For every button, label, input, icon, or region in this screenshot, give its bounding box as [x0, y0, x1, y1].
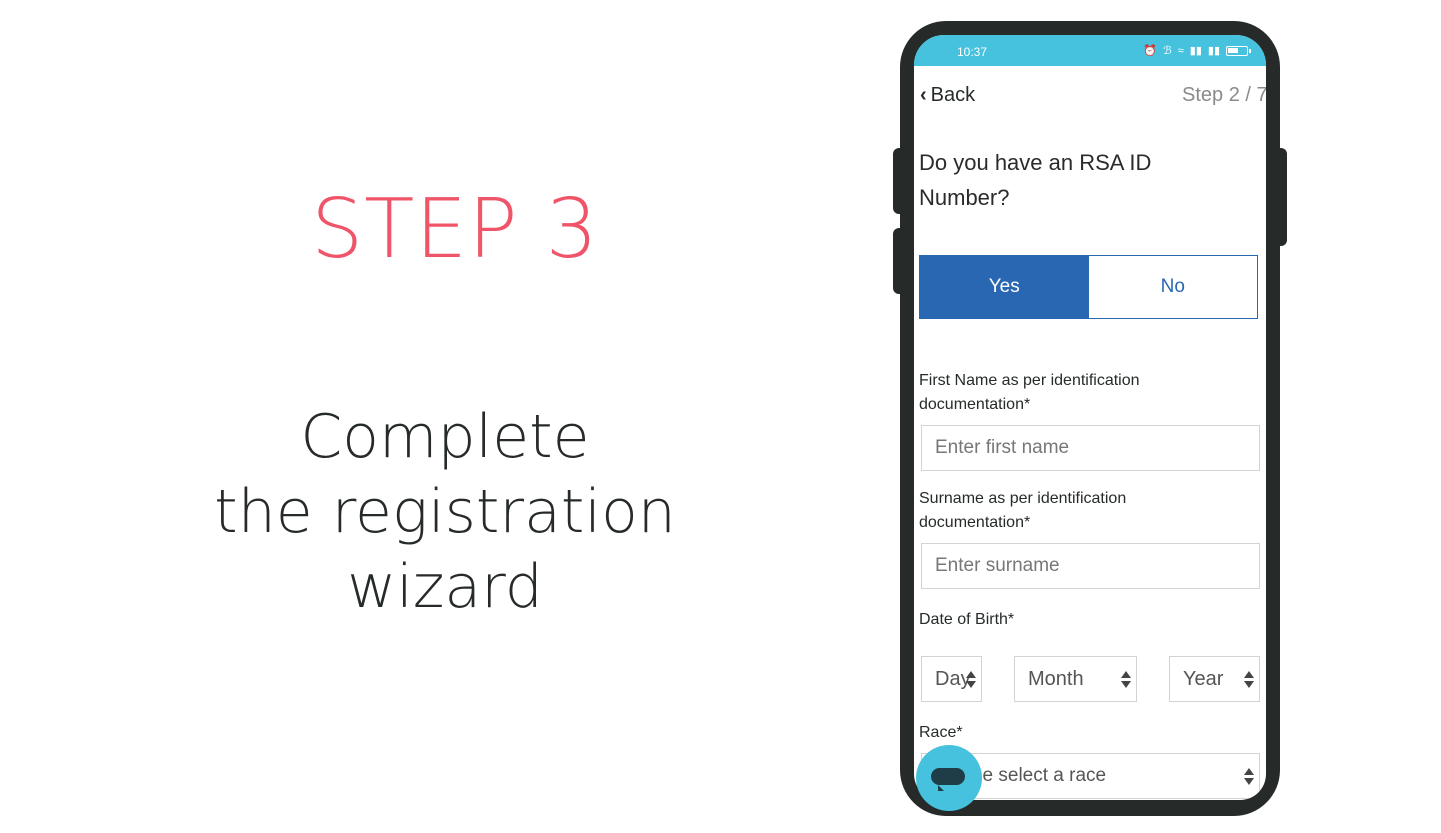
sort-arrows-icon — [1121, 671, 1131, 689]
bluetooth-icon: ℬ — [1163, 45, 1172, 57]
step-title: STEP 3 — [311, 182, 599, 277]
dob-label: Date of Birth* — [919, 611, 1015, 628]
status-bar: 10:37 ⏰ ℬ ≈ ▮▮ ▮▮ — [914, 35, 1266, 66]
surname-label: Surname as per identification documentat… — [919, 490, 1127, 531]
month-value: Month — [1028, 667, 1084, 690]
chat-button[interactable] — [916, 745, 982, 811]
race-label: Race* — [919, 724, 963, 741]
back-button[interactable]: ‹ Back — [920, 84, 975, 107]
surname-input[interactable]: Enter surname — [921, 543, 1260, 589]
sort-arrows-icon — [966, 671, 976, 689]
phone-screen: 10:37 ⏰ ℬ ≈ ▮▮ ▮▮ ‹ Back Step 2 / 7 Do y… — [914, 35, 1266, 800]
chat-icon-tail — [938, 785, 944, 791]
year-select[interactable]: Year — [1169, 656, 1260, 702]
step-indicator: Step 2 / 7 — [1182, 84, 1266, 106]
wifi-icon: ≈ — [1177, 44, 1184, 57]
status-icons: ⏰ ℬ ≈ ▮▮ ▮▮ — [1143, 44, 1251, 57]
promo-line: Complete — [300, 402, 590, 472]
promo-line: the registration — [214, 477, 676, 547]
question-heading: Do you have an RSA ID Number? — [919, 150, 1152, 210]
rsa-id-toggle: Yes No — [919, 255, 1258, 319]
signal-5g-icon: ▮▮ — [1189, 45, 1202, 57]
sort-arrows-icon — [1244, 671, 1254, 689]
status-time: 10:37 — [957, 45, 988, 59]
day-select[interactable]: Day — [921, 656, 982, 702]
first-name-label: First Name as per identification documen… — [919, 372, 1140, 413]
chevron-left-icon: ‹ — [920, 84, 927, 106]
promo-line: wizard — [347, 552, 543, 622]
promo-text: Complete the registration wizard — [160, 400, 730, 625]
back-label: Back — [930, 84, 976, 106]
sort-arrows-icon — [1244, 768, 1254, 786]
signal-4g-icon: ▮▮ — [1207, 45, 1220, 57]
battery-icon — [1226, 45, 1251, 56]
yes-button[interactable]: Yes — [920, 256, 1089, 318]
first-name-input[interactable]: Enter first name — [921, 425, 1260, 471]
year-value: Year — [1183, 667, 1224, 690]
alarm-icon: ⏰ — [1143, 45, 1158, 57]
no-button[interactable]: No — [1088, 256, 1257, 318]
month-select[interactable]: Month — [1014, 656, 1137, 702]
chat-icon — [931, 768, 965, 785]
